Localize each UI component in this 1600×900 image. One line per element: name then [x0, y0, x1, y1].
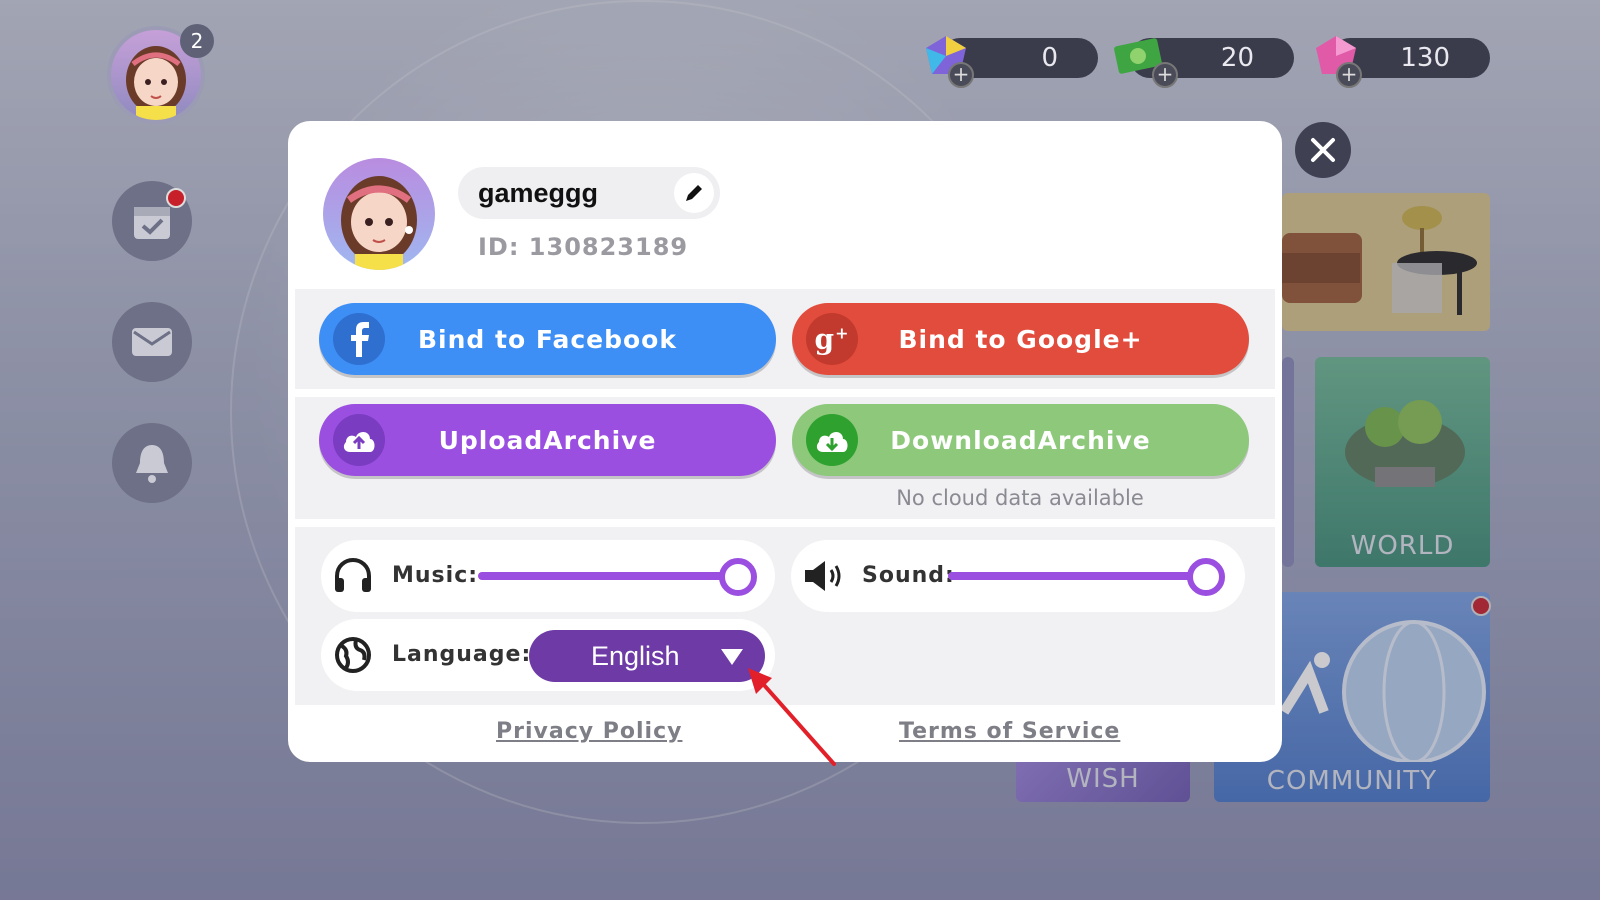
globe-icon — [335, 637, 371, 673]
terms-of-service-link[interactable]: Terms of Service — [899, 719, 1120, 744]
bell-icon — [136, 445, 168, 483]
bind-facebook-label: Bind to Facebook — [418, 324, 677, 354]
music-setting: Music: — [321, 540, 775, 612]
dropdown-triangle-icon — [721, 649, 743, 665]
pencil-icon — [686, 185, 702, 201]
sound-slider-thumb[interactable] — [1187, 558, 1225, 596]
notifications-button[interactable] — [112, 423, 192, 503]
close-icon — [1311, 138, 1335, 162]
language-label: Language: — [392, 642, 532, 667]
download-archive-button[interactable]: DownloadArchive — [792, 404, 1249, 476]
music-slider-thumb[interactable] — [719, 558, 757, 596]
headphones-icon — [335, 558, 371, 592]
calendar-alert-dot — [166, 188, 186, 208]
privacy-policy-link[interactable]: Privacy Policy — [496, 719, 682, 744]
profile-avatar[interactable] — [323, 158, 435, 270]
language-dropdown[interactable]: English — [529, 630, 765, 682]
username-text: gameggg — [478, 178, 599, 208]
add-pink-gems-icon[interactable]: + — [1336, 62, 1362, 88]
bind-google-button[interactable]: g+ Bind to Google+ — [792, 303, 1249, 375]
calendar-check-icon — [134, 207, 170, 239]
google-plus-icon: g+ — [806, 313, 858, 365]
facebook-icon — [333, 313, 385, 365]
download-archive-label: DownloadArchive — [890, 425, 1151, 455]
cloud-upload-icon — [333, 414, 385, 466]
music-label: Music: — [392, 563, 479, 588]
rainbow-gem-icon[interactable]: + — [920, 32, 974, 88]
music-slider-track[interactable] — [478, 572, 738, 580]
sound-setting: Sound: — [791, 540, 1245, 612]
upload-archive-button[interactable]: UploadArchive — [319, 404, 776, 476]
close-button[interactable] — [1295, 122, 1351, 178]
add-cash-icon[interactable]: + — [1152, 62, 1178, 88]
mail-button[interactable] — [112, 302, 192, 382]
cloud-status-text: No cloud data available — [896, 486, 1144, 510]
cloud-download-icon — [806, 414, 858, 466]
avatar-girl-icon — [341, 176, 417, 270]
bind-google-label: Bind to Google+ — [898, 324, 1143, 354]
user-id: ID: 130823189 — [478, 233, 689, 261]
language-value: English — [591, 641, 680, 671]
edit-name-button[interactable] — [674, 173, 714, 213]
add-gems-icon[interactable]: + — [948, 62, 974, 88]
notification-count-badge: 2 — [180, 24, 214, 58]
settings-dialog: gameggg ID: 130823189 Bind to Facebook g… — [288, 121, 1282, 762]
mail-icon — [132, 328, 172, 356]
username-field: gameggg — [458, 167, 720, 219]
pink-gem-icon[interactable]: + — [1310, 32, 1362, 88]
cash-icon[interactable]: + — [1112, 32, 1178, 88]
bind-facebook-button[interactable]: Bind to Facebook — [319, 303, 776, 375]
sound-slider-track[interactable] — [948, 572, 1206, 580]
speaker-icon — [805, 561, 841, 591]
sound-label: Sound: — [862, 563, 955, 588]
upload-archive-label: UploadArchive — [438, 425, 657, 455]
annotation-arrow — [748, 668, 836, 766]
